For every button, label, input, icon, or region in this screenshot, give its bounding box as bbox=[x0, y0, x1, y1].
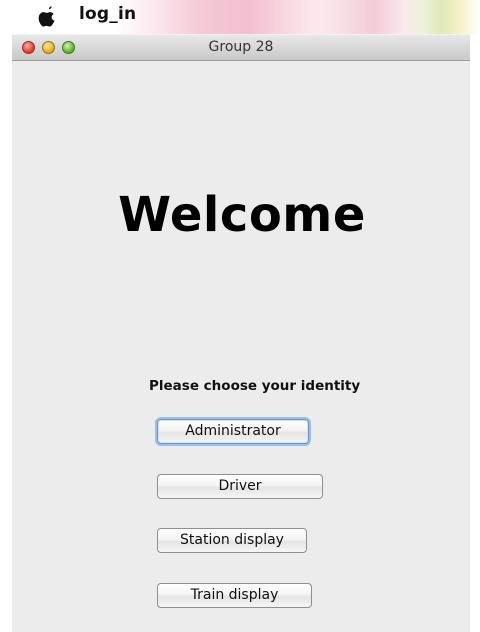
administrator-button[interactable]: Administrator bbox=[157, 419, 309, 444]
driver-button[interactable]: Driver bbox=[157, 474, 323, 499]
app-name[interactable]: log_in bbox=[79, 4, 136, 24]
window-title-bar[interactable]: Group 28 bbox=[12, 34, 470, 61]
window-content: Welcome Please choose your identity Admi… bbox=[12, 61, 470, 632]
train-display-button[interactable]: Train display bbox=[157, 583, 312, 608]
station-display-button[interactable]: Station display bbox=[157, 528, 307, 553]
apple-icon[interactable] bbox=[38, 5, 58, 27]
identity-prompt: Please choose your identity bbox=[149, 378, 361, 394]
window-title: Group 28 bbox=[208, 39, 274, 55]
welcome-heading: Welcome bbox=[118, 187, 366, 243]
menu-bar: log_in bbox=[0, 0, 480, 34]
